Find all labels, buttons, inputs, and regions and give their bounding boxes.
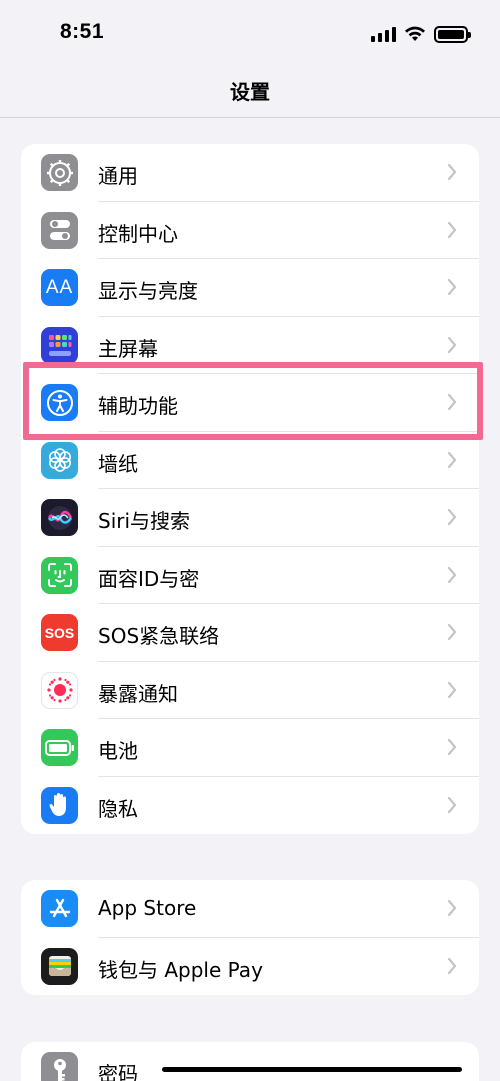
row-label: 暴露通知: [98, 681, 178, 706]
settings-row-wallpaper[interactable]: 墙纸: [21, 432, 479, 489]
settings-group-main: 通用 控制中心 AA 显示与亮度 主屏幕 辅助功能 墙纸 Siri与搜索 面容I…: [21, 144, 479, 834]
chevron-right-icon: [447, 393, 457, 411]
row-label: 电池: [98, 739, 138, 763]
flower-icon: [41, 441, 78, 479]
chevron-right-icon: [447, 681, 457, 698]
chevron-right-icon: [447, 796, 457, 813]
gear-icon: [41, 154, 78, 191]
sos-icon: SOS: [41, 614, 78, 651]
chevron-right-icon: [447, 623, 457, 641]
settings-row-app-store[interactable]: App Store: [21, 880, 479, 938]
chevron-right-icon: [447, 163, 457, 181]
row-label: 钱包与 Apple Pay: [98, 957, 263, 982]
wifi-icon: [405, 26, 425, 41]
sos-icon-text: SOS: [44, 624, 75, 641]
status-bar: 8:51: [0, 0, 500, 66]
settings-row-accessibility[interactable]: 辅助功能: [21, 374, 479, 432]
row-label: 密码: [98, 1062, 138, 1081]
status-icons: [371, 24, 471, 44]
settings-row-emergency-sos[interactable]: SOS SOS紧急联络: [21, 604, 479, 662]
row-label: 辅助功能: [98, 394, 178, 418]
row-label: 隐私: [98, 796, 138, 821]
settings-row-privacy[interactable]: 隐私: [21, 777, 479, 835]
settings-group-store: App Store 钱包与 Apple Pay: [21, 880, 479, 995]
row-label: 面容ID与密: [98, 566, 200, 591]
settings-row-passwords[interactable]: 密码: [21, 1042, 479, 1081]
key-icon: [41, 1052, 78, 1081]
row-label: 显示与亮度: [98, 279, 198, 303]
row-label: 主屏幕: [98, 336, 158, 361]
settings-row-battery[interactable]: 电池: [21, 719, 479, 777]
row-label: App Store: [98, 896, 197, 920]
chevron-right-icon: [447, 278, 457, 296]
status-time: 8:51: [60, 20, 105, 43]
row-label: 通用: [98, 164, 138, 188]
toggles-icon: [41, 211, 78, 249]
settings-row-general[interactable]: 通用: [21, 144, 479, 202]
settings-row-face-id-passcode[interactable]: 面容ID与密: [21, 547, 479, 604]
settings-row-siri-search[interactable]: Siri与搜索: [21, 489, 479, 547]
navigation-bar: 设置: [0, 66, 500, 118]
battery-icon: [41, 729, 78, 766]
page-title: 设置: [230, 80, 270, 104]
settings-row-wallet-apple-pay[interactable]: 钱包与 Apple Pay: [21, 938, 479, 996]
settings-row-display-brightness[interactable]: AA 显示与亮度: [21, 259, 479, 317]
home-screen-grid-icon: [41, 326, 78, 364]
face-id-icon: [41, 556, 78, 594]
chevron-right-icon: [447, 957, 457, 974]
text-size-icon: AA: [41, 269, 78, 306]
row-label: Siri与搜索: [98, 509, 191, 533]
row-label: SOS紧急联络: [98, 624, 220, 648]
settings-row-home-screen[interactable]: 主屏幕: [21, 317, 479, 374]
row-label: 墙纸: [98, 451, 138, 476]
cellular-signal-icon: [371, 26, 396, 42]
wallet-icon: [41, 947, 78, 985]
settings-row-control-center[interactable]: 控制中心: [21, 202, 479, 259]
exposure-icon: [41, 671, 78, 709]
settings-group-passwords: 密码: [21, 1042, 479, 1081]
chevron-right-icon: [447, 738, 457, 756]
chevron-right-icon: [447, 336, 457, 353]
settings-row-exposure-notifications[interactable]: 暴露通知: [21, 662, 479, 719]
chevron-right-icon: [447, 566, 457, 583]
hand-icon: [41, 786, 78, 824]
chevron-right-icon: [447, 451, 457, 468]
siri-icon: [41, 499, 78, 536]
app-store-icon: [41, 890, 78, 927]
chevron-right-icon: [447, 508, 457, 526]
chevron-right-icon: [447, 899, 457, 917]
battery-status-icon: [434, 25, 471, 43]
chevron-right-icon: [447, 221, 457, 238]
row-label: 控制中心: [98, 221, 178, 246]
home-indicator[interactable]: [162, 1067, 462, 1072]
accessibility-icon: [41, 384, 78, 421]
